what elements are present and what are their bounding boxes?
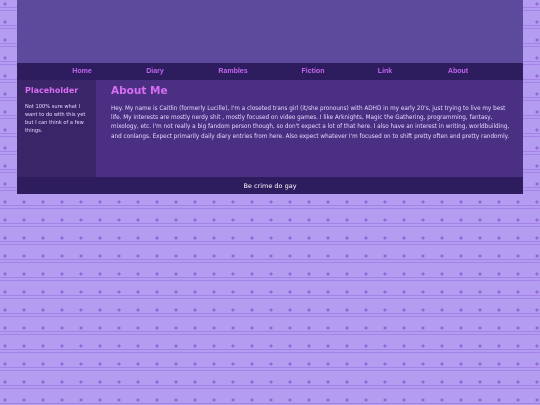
- nav-link-home[interactable]: Home: [72, 63, 91, 80]
- about-text: Hey. My name is Caitlin (formerly Lucill…: [111, 106, 510, 140]
- nav-link-about[interactable]: About: [448, 63, 468, 80]
- page-container: Placeholder Not 100% sure what I want to…: [17, 0, 523, 194]
- page-title: About Me: [111, 85, 168, 97]
- nav-menu: Home Diary Rambles Fiction Link About: [17, 63, 523, 80]
- footer-text: Be crime do gay: [243, 181, 297, 190]
- nav-link-fiction[interactable]: Fiction: [302, 63, 325, 80]
- footer: Be crime do gay: [17, 177, 523, 194]
- header-banner: [17, 0, 523, 63]
- content-row: Placeholder Not 100% sure what I want to…: [17, 80, 523, 177]
- sidebar: Placeholder Not 100% sure what I want to…: [17, 80, 96, 177]
- nav-link-diary[interactable]: Diary: [146, 63, 164, 80]
- sidebar-text: Not 100% sure what I want to do with thi…: [25, 104, 86, 134]
- nav-link-link[interactable]: Link: [378, 63, 392, 80]
- sidebar-title: Placeholder: [25, 86, 79, 95]
- nav-link-rambles[interactable]: Rambles: [218, 63, 247, 80]
- main-content: About Me Hey. My name is Caitlin (former…: [101, 80, 523, 177]
